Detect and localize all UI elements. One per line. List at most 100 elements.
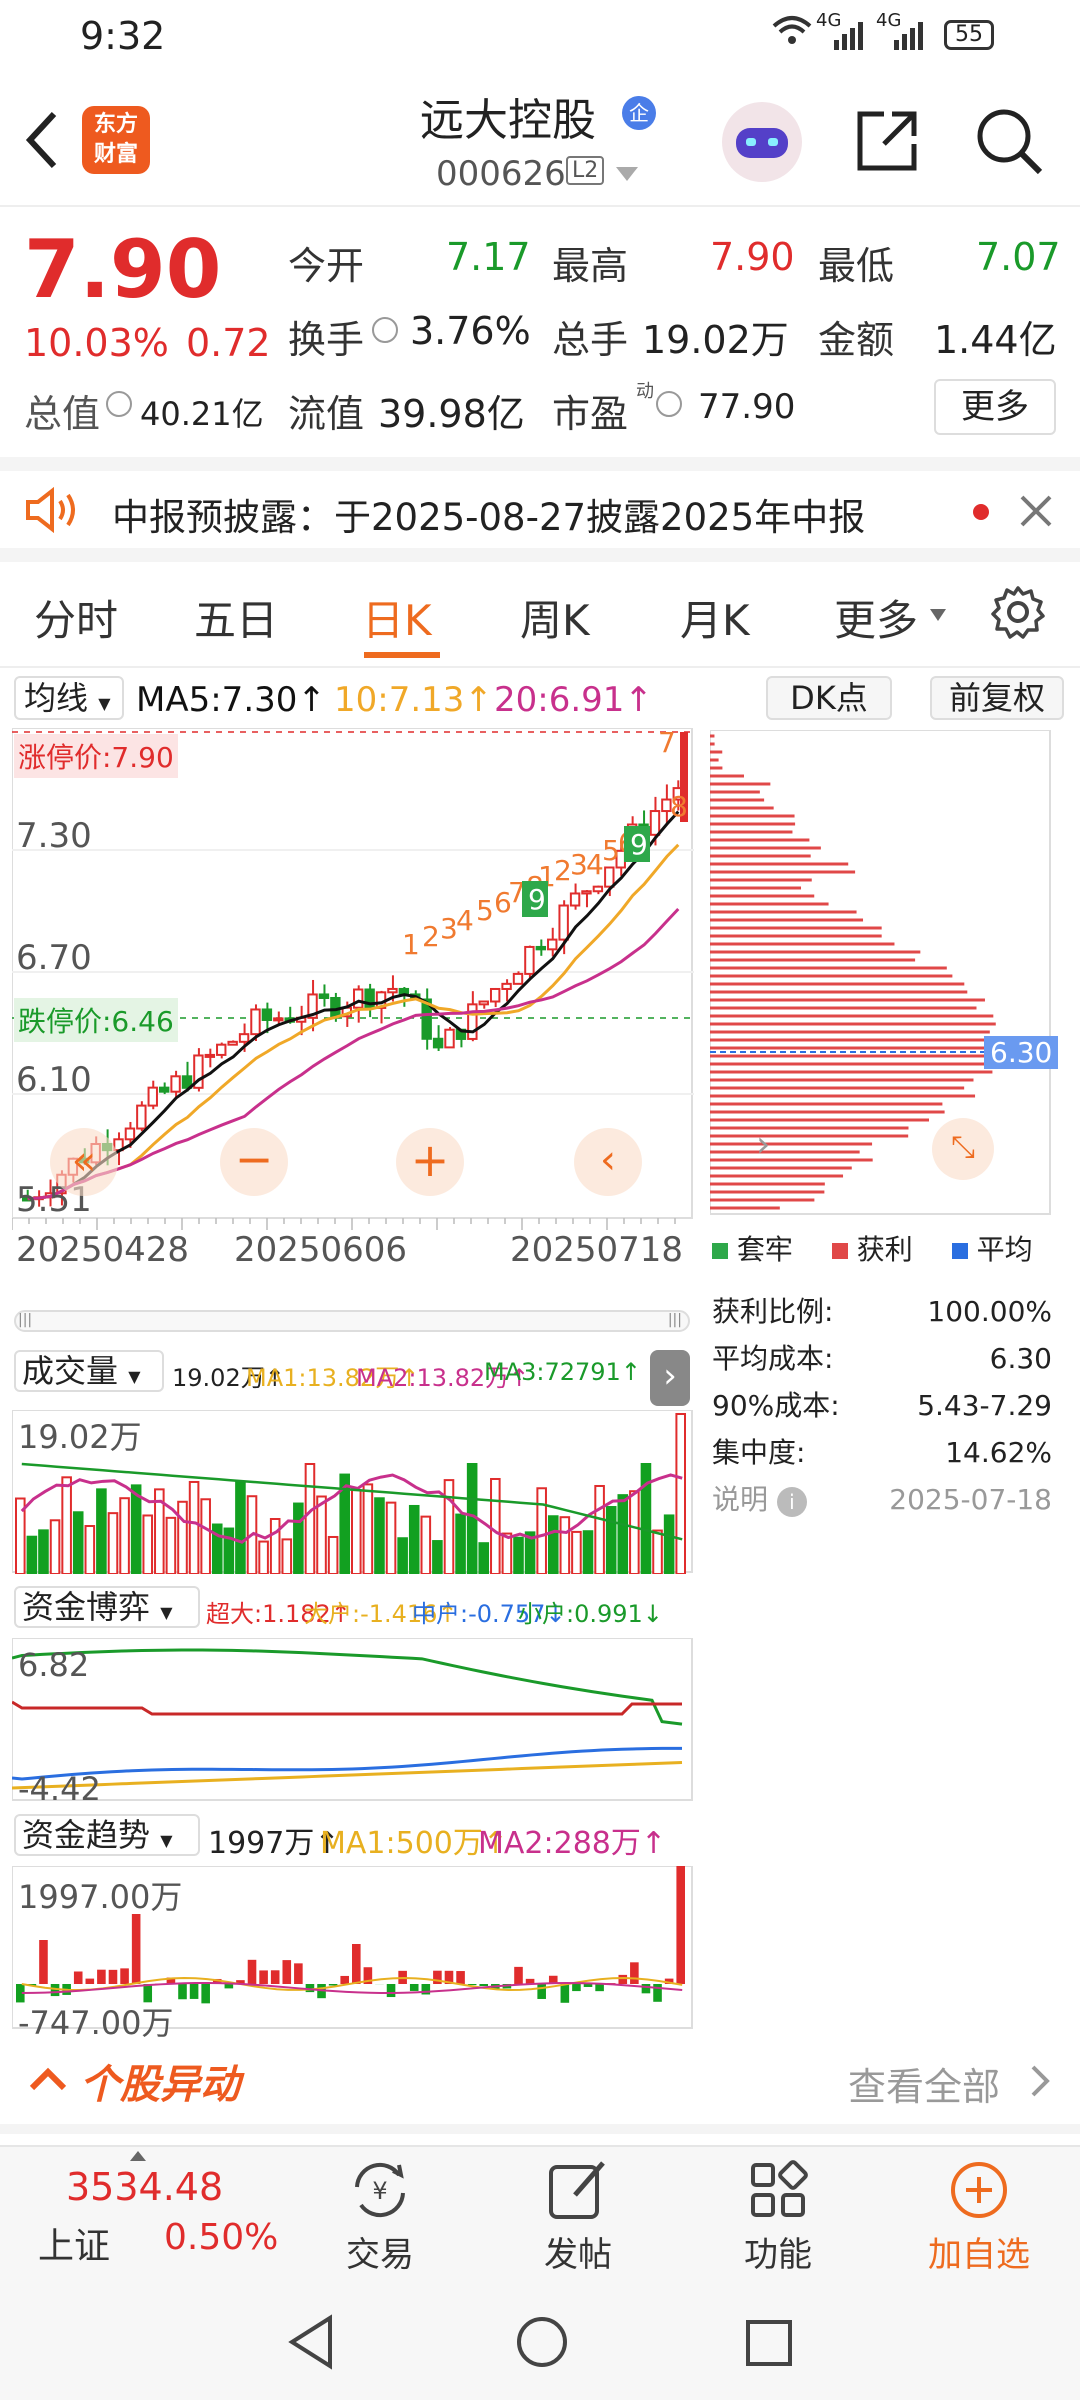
super-large-line <box>12 1700 682 1716</box>
candle-body <box>216 1043 227 1056</box>
back-icon[interactable] <box>22 110 62 174</box>
volume-bar <box>432 1540 443 1574</box>
y-label-1: 7.30 <box>16 816 92 856</box>
fund-trend-selector[interactable]: 资金趋势 ▼ <box>14 1814 200 1856</box>
close-icon[interactable] <box>1020 495 1052 531</box>
candle-body <box>273 1017 284 1022</box>
ma-selector[interactable]: 均线 ▼ <box>14 676 124 720</box>
info-dots-icon[interactable] <box>106 391 132 417</box>
fund-inflow-bar <box>270 1970 280 1984</box>
range-handle-left[interactable]: ||| <box>18 1312 32 1328</box>
tab-month-k[interactable]: 月K <box>680 587 750 648</box>
tab-five-day[interactable]: 五日 <box>194 587 278 648</box>
range-handle-right[interactable]: ||| <box>668 1312 682 1328</box>
notice-bar[interactable]: 中报预披露：于2025-08-27披露2025年中报 <box>0 457 1080 562</box>
fund-outflow-bar <box>595 1984 604 1992</box>
volume-bar <box>316 1495 327 1574</box>
volume-bar <box>223 1527 235 1574</box>
volume-bar <box>420 1515 432 1574</box>
level-badge[interactable]: L2 <box>566 156 605 185</box>
volume-label: 总手 <box>552 318 629 362</box>
volume-value: 19.02万 <box>642 318 789 362</box>
legend-swatch-trapped <box>712 1243 728 1259</box>
fund-inflow-bar <box>456 1971 465 1984</box>
fund-game-chart[interactable] <box>12 1638 694 1802</box>
system-nav-bar <box>0 2280 1080 2400</box>
dk-button[interactable]: DK点 <box>766 676 892 720</box>
edit-icon <box>549 2161 605 2219</box>
index-value: 3534.48 <box>66 2165 224 2209</box>
view-all-link[interactable]: 查看全部 <box>848 2056 1000 2111</box>
gear-icon[interactable] <box>990 584 1046 644</box>
volume-bar <box>571 1530 582 1574</box>
range-slider[interactable]: ||| ||| <box>14 1310 690 1332</box>
volume-bar <box>478 1542 490 1574</box>
tab-week-k[interactable]: 周K <box>520 587 590 648</box>
nav-post[interactable]: 发帖 <box>518 2157 638 2276</box>
legend-swatch-average <box>951 1243 968 1259</box>
scroll-left-button[interactable]: ‹ <box>574 1128 642 1196</box>
share-icon[interactable] <box>854 108 920 178</box>
zoom-in-button[interactable]: + <box>396 1128 464 1196</box>
volume-bar <box>26 1535 38 1574</box>
td-nine-text: 9 <box>528 883 546 916</box>
active-tab-underline <box>364 652 440 658</box>
tab-more[interactable]: 更多 <box>834 587 918 648</box>
fund-game-selector[interactable]: 资金博弈 ▼ <box>14 1586 200 1628</box>
info-dots-icon[interactable] <box>372 317 398 343</box>
chevron-down-icon[interactable] <box>616 166 638 185</box>
nav-functions[interactable]: 功能 <box>718 2157 838 2276</box>
td-sequence-mark: 4 <box>456 904 474 937</box>
candle-body <box>250 1008 261 1036</box>
index-ticker[interactable]: 3534.48 上证 0.50% <box>0 2147 278 2282</box>
volume-bar <box>397 1537 408 1574</box>
volume-bar <box>547 1515 559 1574</box>
chip-note[interactable]: 说明 i <box>712 1476 807 1523</box>
search-icon[interactable] <box>974 106 1044 180</box>
volume-bar <box>605 1506 617 1574</box>
legend-swatch-profit <box>831 1243 848 1259</box>
nav-home-icon[interactable] <box>514 2314 570 2374</box>
chip-expand-icon[interactable]: › <box>756 1124 770 1165</box>
adjust-button[interactable]: 前复权 <box>930 676 1064 720</box>
volume-bar <box>142 1514 154 1574</box>
fullscreen-icon[interactable]: ⤡ <box>932 1118 994 1180</box>
volume-selector[interactable]: 成交量 ▼ <box>14 1350 164 1392</box>
panel-next-button[interactable]: › <box>650 1350 690 1406</box>
signal-icon-2 <box>894 18 924 59</box>
scroll-left-fast-button[interactable]: « <box>50 1128 118 1196</box>
high-value: 7.90 <box>710 235 795 279</box>
candle-body <box>432 1037 444 1049</box>
assistant-avatar[interactable] <box>722 102 802 182</box>
candle-body <box>547 938 558 951</box>
fund-outflow-bar <box>189 1984 199 1999</box>
nav-back-icon[interactable] <box>286 2314 336 2374</box>
nav-add-watchlist[interactable]: 加自选 <box>914 2157 1044 2276</box>
pe-label: 市盈 <box>552 392 629 436</box>
mktcap-value: 40.21亿 <box>140 395 264 433</box>
float-value: 39.98亿 <box>378 392 525 436</box>
mktcap-label: 总值 <box>24 392 101 436</box>
fund-outflow-bar <box>560 1984 570 2003</box>
tab-day-k[interactable]: 日K <box>362 587 432 648</box>
fund-outflow-bar <box>583 1984 593 1987</box>
volume-bar <box>385 1501 397 1574</box>
info-icon[interactable]: i <box>776 1487 807 1517</box>
tab-minute[interactable]: 分时 <box>34 587 118 648</box>
volume-bar <box>351 1489 362 1574</box>
pe-value: 77.90 <box>698 387 796 427</box>
unread-dot <box>973 504 989 520</box>
volume-bar <box>72 1511 84 1574</box>
fund-inflow-bar <box>630 1962 639 1984</box>
change-amount: 0.72 <box>186 321 271 365</box>
candle-body <box>158 1086 170 1093</box>
chevron-right-icon[interactable] <box>1030 2064 1050 2102</box>
nav-recents-icon[interactable] <box>744 2318 794 2372</box>
info-dots-icon[interactable] <box>656 391 682 417</box>
volume-bar <box>629 1490 640 1574</box>
caret-down-icon[interactable] <box>930 606 946 625</box>
more-button[interactable]: 更多 <box>934 379 1056 435</box>
nav-trade[interactable]: ¥ 交易 <box>320 2157 440 2276</box>
zoom-out-button[interactable]: − <box>220 1128 288 1196</box>
movement-section[interactable]: 个股异动 查看全部 <box>0 2038 1080 2134</box>
